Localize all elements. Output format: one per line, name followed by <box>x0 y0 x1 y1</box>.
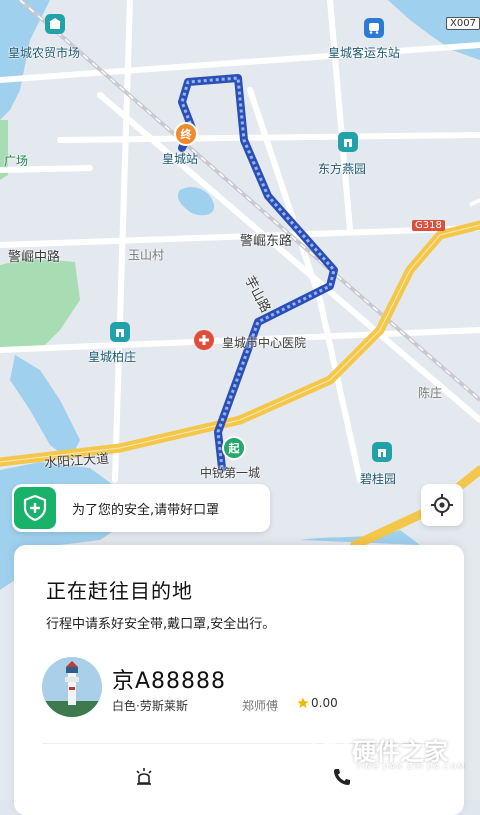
road-code-tag: X007 <box>446 17 480 30</box>
market-icon <box>45 14 65 34</box>
driver-name: 郑师傅 <box>242 699 279 713</box>
residential-icon-3 <box>372 442 392 462</box>
map-label-bus-station: 皇城客运东站 <box>328 46 401 60</box>
alarm-button[interactable] <box>132 765 156 789</box>
shield-plus-icon <box>14 487 56 529</box>
map-label-market: 皇城农贸市场 <box>8 46 81 60</box>
crosshair-icon <box>431 494 453 516</box>
map-label-garden-east: 东方燕园 <box>318 162 367 176</box>
rating-value: 0.00 <box>311 696 338 710</box>
residential-icon <box>338 132 358 152</box>
map-label-road-jingwei-zhong: 警崛中路 <box>8 250 61 265</box>
star-icon <box>297 697 309 708</box>
map-label-station: 皇城站 <box>162 152 199 166</box>
driver-avatar[interactable] <box>42 657 102 717</box>
watermark-subtext: YING JIAN ZHI JIA.COM <box>356 762 466 771</box>
trip-safety-subtitle: 行程中请系好安全带,戴口罩,安全出行。 <box>46 617 276 632</box>
alarm-icon <box>136 768 152 785</box>
map-label-chenzhuang: 陈庄 <box>418 386 443 400</box>
end-marker-icon: 终 <box>174 122 198 146</box>
map-label-bigui-garden: 碧桂园 <box>360 472 397 486</box>
hospital-icon <box>194 330 214 350</box>
safety-tip-text: 为了您的安全,请带好口罩 <box>72 502 220 518</box>
start-marker-icon: 起 <box>222 436 246 460</box>
watermark: 硬件之家 YING JIAN ZHI JIA.COM <box>312 728 480 778</box>
highway-tag: G318 <box>412 220 445 231</box>
license-plate: 京A88888 <box>112 669 227 694</box>
locate-button[interactable] <box>421 484 463 526</box>
driver-rating: 0.00 <box>297 696 338 710</box>
residential-icon-2 <box>110 322 130 342</box>
map-label-start-complex: 中锐第一城 <box>200 466 261 480</box>
map-label-yushan-village: 玉山村 <box>128 248 165 262</box>
map-label-square: 广场 <box>4 154 29 168</box>
trip-status-title: 正在赶往目的地 <box>46 579 193 603</box>
map-label-hospital: 皇城市中心医院 <box>222 336 307 350</box>
map-label-road-jingwei-dong: 警崛东路 <box>240 234 293 249</box>
map-label-baizhuang: 皇城柏庄 <box>88 350 137 364</box>
car-model: 白色·劳斯莱斯 <box>112 699 188 713</box>
safety-tip-banner[interactable]: 为了您的安全,请带好口罩 <box>12 484 270 532</box>
watermark-logo-icon <box>312 730 348 770</box>
bus-icon <box>364 18 384 38</box>
